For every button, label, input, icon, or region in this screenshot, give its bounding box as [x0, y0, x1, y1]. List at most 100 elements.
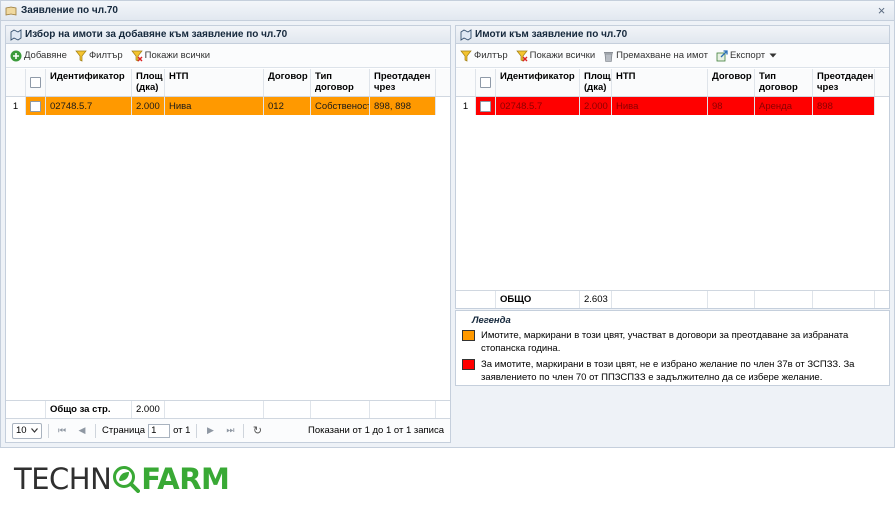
- col-area[interactable]: Площ (дка): [132, 69, 165, 96]
- filter-label: Филтър: [474, 50, 508, 61]
- cell-ntp: Нива: [165, 97, 264, 115]
- right-panel-header: Имоти към заявление по чл.70: [456, 26, 889, 44]
- right-grid-header: Идентификатор Площ (дка) НТП Договор Тип…: [456, 69, 889, 97]
- filter-icon: [460, 50, 472, 62]
- filter-label: Филтър: [88, 50, 123, 61]
- total-label: ОБЩО: [496, 291, 580, 308]
- show-all-button[interactable]: Покажи всички: [130, 50, 211, 62]
- refresh-icon[interactable]: ↻: [250, 424, 264, 438]
- first-page-icon[interactable]: ⏮: [55, 424, 69, 438]
- cell-identifier: 02748.5.7: [496, 97, 580, 115]
- page-size-select[interactable]: 10: [12, 422, 42, 439]
- left-panel-header: Избор на имоти за добавяне към заявление…: [6, 26, 450, 44]
- application-window: Заявление по чл.70 × Избор на имоти за д…: [0, 0, 895, 448]
- cell-contract-type: Собственост: [311, 97, 370, 115]
- logo-text-techn: TECHN: [14, 462, 112, 496]
- col-sublet-via[interactable]: Преотдаден чрез: [370, 69, 436, 96]
- available-plots-panel: Избор на имоти за добавяне към заявление…: [5, 25, 451, 443]
- cell-sublet-via: 898, 898: [370, 97, 436, 115]
- last-page-icon[interactable]: ⏭: [223, 424, 237, 438]
- add-button[interactable]: Добавяне: [10, 50, 67, 62]
- right-grid: Идентификатор Площ (дка) НТП Договор Тип…: [456, 69, 889, 115]
- pagination-bar: 10 ⏮ ◀ Страница 1 от 1 ▶ ⏭ ↻ Показани от…: [6, 418, 450, 442]
- show-all-button[interactable]: Покажи всички: [515, 50, 596, 62]
- select-all-checkbox[interactable]: [26, 69, 46, 96]
- export-icon: [716, 49, 728, 61]
- row-number: 1: [456, 97, 476, 115]
- legend-box: Легенда Имотите, маркирани в този цвят, …: [455, 310, 890, 386]
- page-number-input[interactable]: 1: [148, 423, 171, 438]
- col-sublet-via[interactable]: Преотдаден чрез: [813, 69, 875, 96]
- legend-text-orange: Имотите, маркирани в този цвят, участват…: [481, 330, 849, 354]
- document-icon: [5, 6, 17, 15]
- map-icon: [460, 28, 472, 41]
- technofarm-logo: TECHN FARM: [14, 455, 230, 503]
- pager-info: Показани от 1 до 1 от 1 записа: [308, 425, 444, 436]
- cell-contract: 98: [708, 97, 755, 115]
- cell-area: 2.000: [580, 97, 612, 115]
- chevron-down-icon: [31, 428, 38, 433]
- map-icon: [10, 28, 22, 41]
- select-all-checkbox[interactable]: [476, 69, 496, 96]
- show-all-label: Покажи всички: [144, 50, 211, 61]
- export-label: Експорт: [729, 50, 766, 61]
- left-grid: Идентификатор Площ (дка) НТП Договор Тип…: [6, 69, 450, 115]
- legend-text-red: За имотите, маркирани в този цвят, не е …: [481, 359, 855, 383]
- prev-page-icon[interactable]: ◀: [75, 424, 89, 438]
- remove-plot-label: Премахване на имот: [616, 50, 708, 61]
- col-contract-type[interactable]: Тип договор: [311, 69, 370, 96]
- clear-filter-icon: [130, 50, 143, 62]
- logo-text-farm: FARM: [141, 462, 230, 496]
- col-identifier[interactable]: Идентификатор: [46, 69, 132, 96]
- table-row[interactable]: 1 02748.5.7 2.000 Нива 012 Собственост 8…: [6, 97, 450, 115]
- col-ntp[interactable]: НТП: [612, 69, 708, 96]
- left-toolbar: Добавяне Филтър Покажи всички: [6, 44, 450, 68]
- right-toolbar: Филтър Покажи всички Премахване на имот …: [456, 44, 889, 68]
- orange-swatch: [462, 330, 475, 341]
- page-count-label: от 1: [173, 425, 191, 436]
- col-ntp[interactable]: НТП: [165, 69, 264, 96]
- page-label: Страница: [102, 425, 146, 436]
- show-all-label: Покажи всички: [529, 50, 596, 61]
- left-page-total-row: Общо за стр. 2.000: [6, 400, 450, 418]
- filter-icon: [75, 50, 87, 62]
- remove-plot-button[interactable]: Премахване на имот: [603, 50, 708, 62]
- red-swatch: [462, 359, 475, 370]
- col-area[interactable]: Площ (дка): [580, 69, 612, 96]
- window-title: Заявление по чл.70: [21, 5, 118, 16]
- row-checkbox[interactable]: [476, 97, 496, 115]
- col-contract-type[interactable]: Тип договор: [755, 69, 813, 96]
- clear-filter-icon: [515, 50, 528, 62]
- cell-area: 2.000: [132, 97, 165, 115]
- table-row[interactable]: 1 02748.5.7 2.000 Нива 98 Аренда 898: [456, 97, 889, 115]
- next-page-icon[interactable]: ▶: [203, 424, 217, 438]
- cell-contract: 012: [264, 97, 311, 115]
- col-identifier[interactable]: Идентификатор: [496, 69, 580, 96]
- col-contract[interactable]: Договор: [264, 69, 311, 96]
- total-area: 2.603: [580, 291, 612, 308]
- magnifier-leaf-icon: [113, 466, 141, 493]
- trash-icon: [604, 51, 614, 62]
- selected-plots-panel: Имоти към заявление по чл.70 Филтър Пока…: [455, 25, 890, 309]
- filter-button[interactable]: Филтър: [460, 50, 508, 62]
- legend-item-orange: Имотите, маркирани в този цвят, участват…: [462, 329, 883, 355]
- window-titlebar: Заявление по чл.70: [1, 1, 894, 21]
- add-label: Добавяне: [24, 50, 67, 61]
- col-contract[interactable]: Договор: [708, 69, 755, 96]
- right-panel-title: Имоти към заявление по чл.70: [475, 29, 628, 40]
- export-button[interactable]: Експорт: [716, 49, 779, 62]
- legend-item-red: За имотите, маркирани в този цвят, не е …: [462, 358, 883, 384]
- left-panel-title: Избор на имоти за добавяне към заявление…: [25, 29, 288, 40]
- add-icon: [10, 50, 22, 61]
- right-total-row: ОБЩО 2.603: [456, 290, 889, 308]
- legend-title: Легенда: [472, 315, 511, 326]
- chevron-down-icon: [769, 53, 777, 58]
- row-checkbox[interactable]: [26, 97, 46, 115]
- cell-identifier: 02748.5.7: [46, 97, 132, 115]
- page-total-area: 2.000: [132, 401, 165, 418]
- filter-button[interactable]: Филтър: [75, 50, 123, 62]
- cell-ntp: Нива: [612, 97, 708, 115]
- row-number: 1: [6, 97, 26, 115]
- close-icon[interactable]: ×: [875, 4, 888, 17]
- left-grid-header: Идентификатор Площ (дка) НТП Договор Тип…: [6, 69, 450, 97]
